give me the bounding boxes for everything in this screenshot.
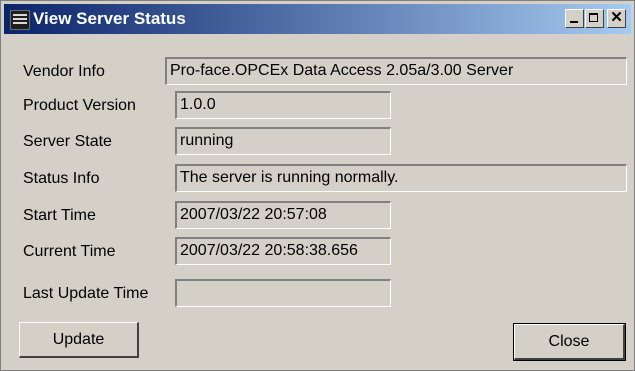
status-info-label: Status Info xyxy=(23,170,100,187)
vendor-info-field: Pro-face.OPCEx Data Access 2.05a/3.00 Se… xyxy=(165,57,627,85)
start-time-label: Start Time xyxy=(23,207,96,224)
close-button[interactable]: Close xyxy=(513,323,626,361)
title-close-button[interactable]: ✕ xyxy=(607,9,626,28)
app-icon xyxy=(10,10,30,30)
server-state-field: running xyxy=(175,127,391,155)
maximize-button[interactable] xyxy=(585,9,604,28)
minimize-button[interactable] xyxy=(565,9,584,28)
maximize-icon xyxy=(589,13,598,22)
product-version-field: 1.0.0 xyxy=(175,91,391,119)
view-server-status-window: View Server Status ✕ Vendor Info Pro-fac… xyxy=(0,0,635,371)
title-bar[interactable]: View Server Status ✕ xyxy=(4,4,631,34)
status-info-field: The server is running normally. xyxy=(175,164,627,192)
last-update-time-field xyxy=(175,279,391,307)
minimize-icon xyxy=(570,21,578,23)
close-icon: ✕ xyxy=(610,9,623,26)
update-button[interactable]: Update xyxy=(19,322,139,358)
product-version-label: Product Version xyxy=(23,97,136,114)
current-time-field: 2007/03/22 20:58:38.656 xyxy=(175,237,391,265)
vendor-info-label: Vendor Info xyxy=(23,63,105,80)
server-state-label: Server State xyxy=(23,133,112,150)
current-time-label: Current Time xyxy=(23,243,116,260)
window-title: View Server Status xyxy=(33,9,186,28)
last-update-time-label: Last Update Time xyxy=(23,285,149,302)
start-time-field: 2007/03/22 20:57:08 xyxy=(175,201,391,229)
